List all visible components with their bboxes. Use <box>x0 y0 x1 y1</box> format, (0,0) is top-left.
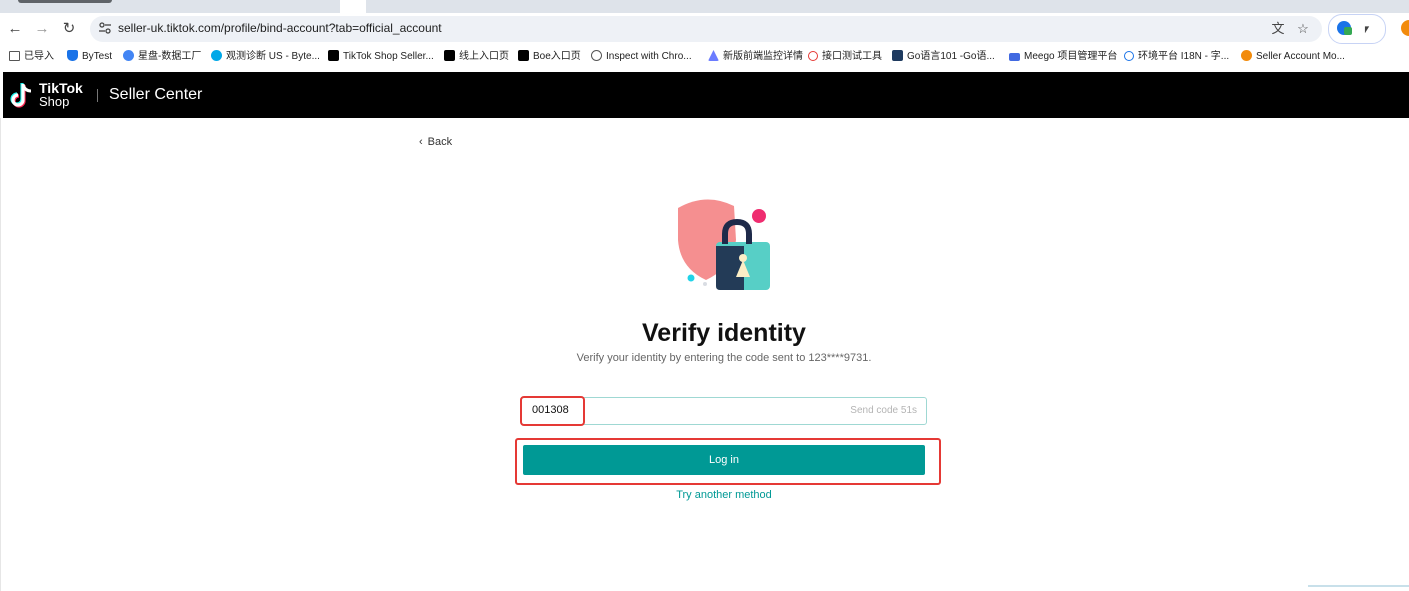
bookmark-item[interactable]: 观测诊断 US - Byte... <box>211 50 320 64</box>
tiktok-icon <box>518 50 529 61</box>
shield-icon <box>67 50 78 61</box>
forward-arrow-icon[interactable]: → <box>33 20 51 38</box>
tiktok-logo-icon[interactable] <box>10 82 34 110</box>
translate-icon[interactable]: 文 <box>1270 21 1286 37</box>
try-another-method-link[interactable]: Try another method <box>0 489 1409 501</box>
tiktok-icon <box>328 50 339 61</box>
send-code-countdown: Send code 51s <box>850 405 917 416</box>
globe-icon <box>591 50 602 61</box>
site-header: TikTok Shop Seller Center <box>3 72 1409 118</box>
puzzle-extensions-icon[interactable]: ⎖ <box>1361 20 1372 37</box>
reload-icon[interactable]: ↻ <box>60 20 78 38</box>
back-link[interactable]: ‹ Back <box>419 136 452 148</box>
back-label: Back <box>427 136 453 148</box>
security-shield-lock-illustration <box>678 199 770 290</box>
page-title: Verify identity <box>642 319 806 347</box>
extension-badge-icon <box>1344 27 1352 35</box>
cloud-icon <box>1124 51 1134 61</box>
bookmark-item[interactable]: 已导入 <box>9 50 54 64</box>
bookmark-item[interactable]: TikTok Shop Seller... <box>328 50 434 64</box>
tab-strip <box>0 0 1409 13</box>
bookmark-item[interactable]: 星盘-数据工厂 <box>123 50 201 64</box>
brand-name: TikTok <box>39 80 83 96</box>
page-subtitle: Verify your identity by entering the cod… <box>576 352 872 364</box>
profile-avatar[interactable] <box>1401 20 1409 36</box>
header-title: Seller Center <box>109 86 203 103</box>
bookmark-item[interactable]: 接口测试工具 <box>808 50 882 64</box>
bookmark-star-icon[interactable]: ☆ <box>1295 21 1311 37</box>
brand-subname: Shop <box>39 94 70 109</box>
bookmark-item[interactable]: Inspect with Chro... <box>591 50 692 64</box>
bookmark-item[interactable]: 环境平台 I18N - 字... <box>1124 50 1229 64</box>
sparkle-icon <box>211 50 222 61</box>
bookmark-item[interactable]: Seller Account Mo... <box>1241 50 1345 64</box>
folder-icon <box>9 51 20 61</box>
bookmark-item[interactable]: ByTest <box>67 50 112 64</box>
active-tab[interactable] <box>340 0 366 13</box>
bottom-scroll-indicator <box>1308 585 1409 587</box>
browser-toolbar: ← → ↻ seller-uk.tiktok.com/profile/bind-… <box>0 13 1409 45</box>
url-text[interactable]: seller-uk.tiktok.com/profile/bind-accoun… <box>118 21 442 35</box>
address-bar[interactable]: seller-uk.tiktok.com/profile/bind-accoun… <box>90 16 1322 42</box>
bookmark-item[interactable]: 新版前端监控详情 <box>708 50 803 64</box>
code-highlight-box <box>520 396 585 426</box>
back-arrow-icon[interactable]: ← <box>6 20 24 38</box>
triangle-icon <box>708 50 719 61</box>
login-highlight-box <box>515 438 941 485</box>
bookmark-item[interactable]: Go语言101 -Go语... <box>892 50 995 64</box>
globe-icon <box>123 50 134 61</box>
bookmark-item[interactable]: Boe入口页 <box>518 50 581 64</box>
bookmark-item[interactable]: 线上入口页 <box>444 50 509 64</box>
extensions-group[interactable]: ⎖ <box>1328 14 1386 44</box>
chevron-left-icon: ‹ <box>419 136 423 148</box>
tiktok-icon <box>444 50 455 61</box>
bookmark-item[interactable]: Meego 项目管理平台 <box>1009 50 1117 64</box>
tab-indicator <box>18 0 112 3</box>
go-icon <box>892 50 903 61</box>
bookmarks-bar: 已导入 ByTest 星盘-数据工厂 观测诊断 US - Byte... Tik… <box>0 45 1409 70</box>
list-icon <box>1009 53 1020 61</box>
gear-icon <box>1241 50 1252 61</box>
cloud-icon <box>808 51 818 61</box>
header-divider <box>97 89 98 102</box>
site-settings-icon[interactable] <box>98 21 112 35</box>
